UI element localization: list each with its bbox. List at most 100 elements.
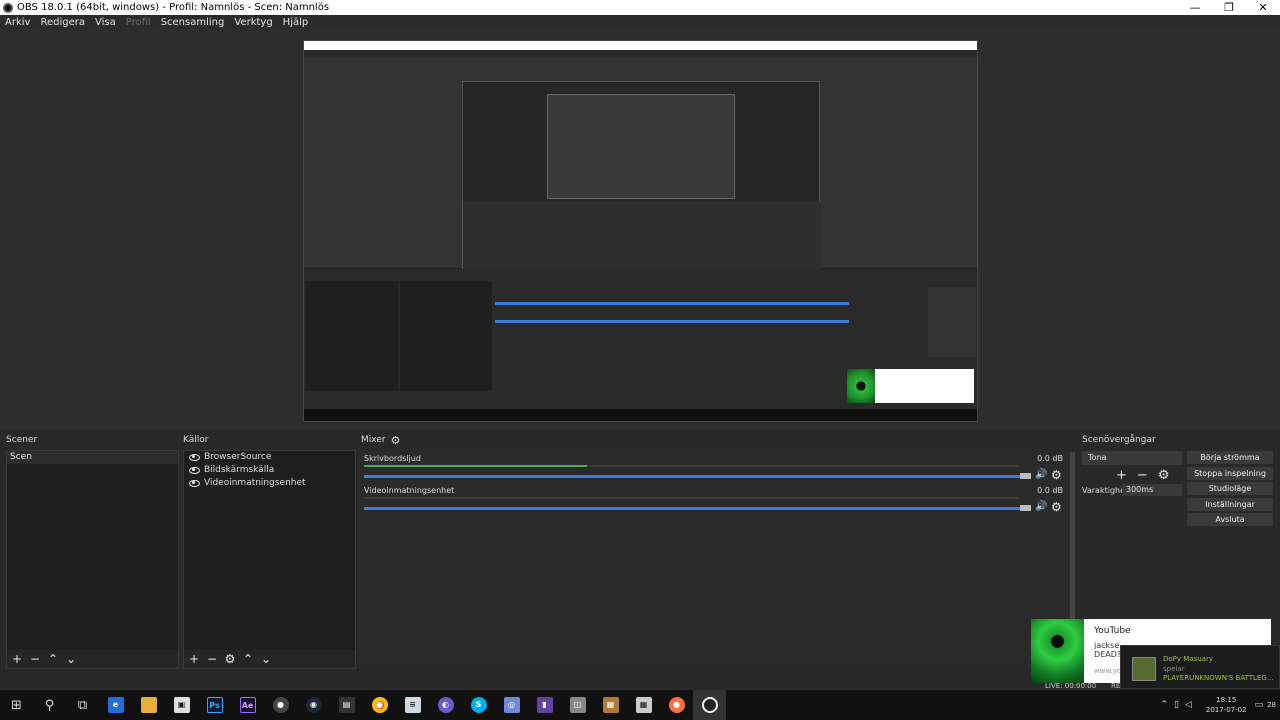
source-item[interactable]: Bildskärmskälla [184,464,355,477]
add-source-icon[interactable]: + [188,652,200,666]
transitions-panel: Tona + − ⚙ Varaktighet 300ms [1080,450,1185,510]
discord-icon[interactable]: ◎ [495,690,528,720]
menu-redigera[interactable]: Redigera [35,17,90,28]
app-icon[interactable]: ● [264,690,297,720]
move-down-icon[interactable]: ⌄ [65,652,77,666]
tray-chevron-icon[interactable]: ⌃ [1160,700,1168,710]
move-up-icon[interactable]: ⌃ [242,652,254,666]
source-label: BrowserSource [204,452,272,462]
steam-notification[interactable]: DoPy Masuary spelar PLAYERUNKNOWN'S BATT… [1120,645,1280,689]
volume-meter [364,497,1019,499]
scene-item[interactable]: Scen [7,451,178,464]
fader-handle[interactable] [1020,473,1031,479]
friend-avatar [1132,657,1156,681]
remove-source-icon[interactable]: − [206,652,218,666]
volume-fader[interactable] [364,507,1028,510]
visibility-eye-icon[interactable] [189,467,200,474]
minimize-button[interactable]: — [1178,0,1212,15]
preview-nested-avatar [847,369,875,403]
fader-handle[interactable] [1020,505,1031,511]
menu-verktyg[interactable]: Verktyg [229,17,277,28]
friend-status: spelar [1163,665,1185,673]
friend-name: DoPy Masuary [1163,655,1213,663]
source-item[interactable]: BrowserSource [184,451,355,464]
duration-input[interactable]: 300ms [1122,484,1182,496]
action-center-icon[interactable]: ▭ [1255,700,1264,710]
chrome-icon[interactable]: ● [363,690,396,720]
steam-icon[interactable]: ◉ [297,690,330,720]
source-settings-gear-icon[interactable]: ⚙ [224,652,236,666]
mixer-track: Skrivbordsljud 0.0 dB 🔊 ⚙ [363,454,1063,482]
edge-icon[interactable]: e [99,690,132,720]
preview-nested-sources [400,281,492,391]
transition-select[interactable]: Tona [1082,451,1182,465]
media-icon[interactable]: ▤ [330,690,363,720]
track-settings-gear-icon[interactable]: ⚙ [1051,468,1062,482]
remove-scene-icon[interactable]: − [29,652,41,666]
transition-settings-gear-icon[interactable]: ⚙ [1158,468,1170,483]
photoshop-icon[interactable]: Ps [198,690,231,720]
menu-profil[interactable]: Profil [121,17,156,28]
speaker-icon[interactable]: 🔊 [1035,501,1049,512]
after-effects-icon[interactable]: Ae [231,690,264,720]
calculator-icon[interactable]: ▦ [627,690,660,720]
document-icon[interactable]: ≡ [396,690,429,720]
maximize-button[interactable]: ❐ [1212,0,1246,15]
friend-game: PLAYERUNKNOWN'S BATTLEG... [1163,674,1274,682]
clock-time: 18:15 [1216,696,1237,704]
sources-list: BrowserSource Bildskärmskälla Videoinmat… [183,450,356,669]
menu-arkiv[interactable]: Arkiv [0,17,35,28]
preview-nested-controls [928,287,976,357]
move-up-icon[interactable]: ⌃ [47,652,59,666]
stop-recording-button[interactable]: Stoppa inspelning [1187,466,1273,480]
obs-app-icon [3,2,13,13]
add-scene-icon[interactable]: + [11,652,23,666]
store-icon[interactable]: ▣ [165,690,198,720]
scenes-toolbar: + − ⌃ ⌄ [7,650,178,668]
source-item[interactable]: Videoinmatningsenhet [184,477,355,490]
speaker-icon[interactable]: 🔊 [1035,469,1049,480]
task-view-icon[interactable]: ⧉ [66,690,99,720]
preview-nested-scenes [306,281,398,391]
transition-buttons: + − ⚙ [1116,468,1169,483]
preview-nested-titlebar [304,41,977,50]
firefox-icon[interactable]: ● [660,690,693,720]
package-icon[interactable]: ▦ [594,690,627,720]
exit-button[interactable]: Avsluta [1187,513,1273,526]
mixer-title-label: Mixer [361,435,386,445]
preview-nested-canvas [304,58,977,283]
browser-icon[interactable]: ◐ [429,690,462,720]
obs-taskbar-icon[interactable] [693,690,726,720]
tray-volume-icon[interactable]: ◁ [1185,700,1192,710]
source-label: Bildskärmskälla [204,465,275,475]
move-down-icon[interactable]: ⌄ [260,652,272,666]
remove-transition-icon[interactable]: − [1137,468,1148,483]
sources-toolbar: + − ⚙ ⌃ ⌄ [184,650,355,668]
add-transition-icon[interactable]: + [1116,468,1127,483]
mixer-gear-icon[interactable]: ⚙ [391,434,401,447]
app-window-icon[interactable]: ◫ [561,690,594,720]
track-db: 0.0 dB [1037,486,1063,495]
start-icon[interactable]: ⊞ [0,690,33,720]
settings-button[interactable]: Inställningar [1187,497,1273,511]
track-name: Skrivbordsljud [364,454,421,463]
preview-canvas[interactable] [303,40,978,422]
tray-network-icon[interactable]: ▯ [1174,700,1179,710]
menu-scensamling[interactable]: Scensamling [156,17,230,28]
audio-mixer: Skrivbordsljud 0.0 dB 🔊 ⚙ Videoinmatning… [360,450,1070,669]
track-settings-gear-icon[interactable]: ⚙ [1051,500,1062,514]
menu-visa[interactable]: Visa [90,17,121,28]
skype-icon[interactable]: S [462,690,495,720]
notification-line: DEAD? [1094,650,1122,659]
twitch-icon[interactable]: ▮ [528,690,561,720]
tray-clock[interactable]: 18:15 2017-07-02 [1206,695,1247,715]
visibility-eye-icon[interactable] [189,454,200,461]
visibility-eye-icon[interactable] [189,480,200,487]
search-icon[interactable]: ⚲ [33,690,66,720]
start-streaming-button[interactable]: Börja strömma [1187,451,1273,464]
studio-mode-button[interactable]: Studioläge [1187,482,1273,495]
volume-fader[interactable] [364,475,1028,478]
close-button[interactable]: ✕ [1246,0,1280,15]
file-explorer-icon[interactable] [132,690,165,720]
menu-hjalp[interactable]: Hjälp [278,17,314,28]
